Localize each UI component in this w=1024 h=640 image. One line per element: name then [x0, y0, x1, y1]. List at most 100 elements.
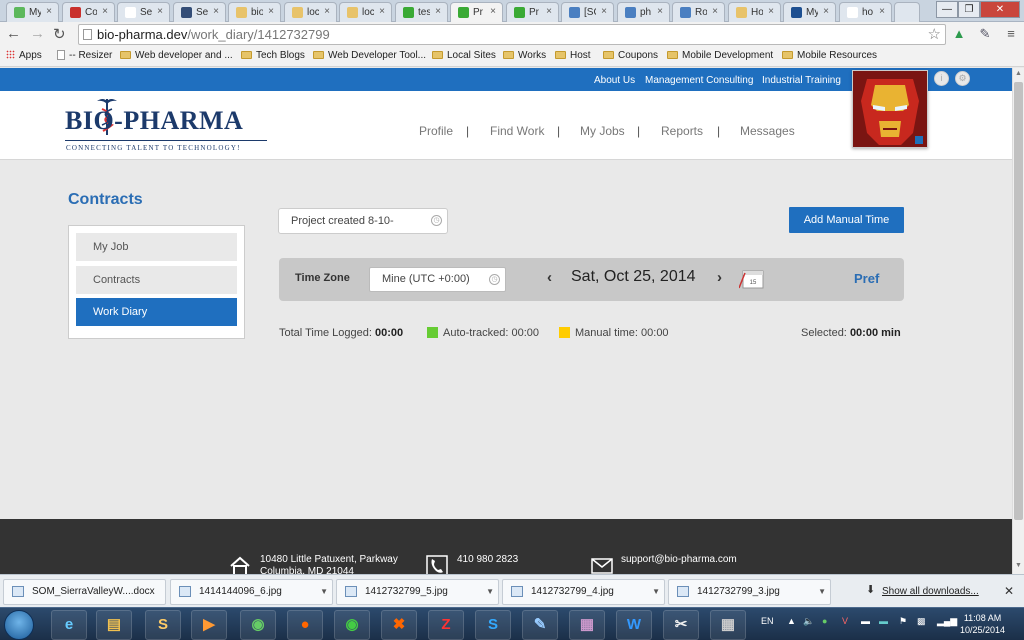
add-manual-time-button[interactable]: Add Manual Time [789, 207, 904, 233]
bookmark-apps[interactable]: Apps [6, 50, 42, 61]
bookmark-web-developer-tools[interactable]: Web Developer Tool... [313, 50, 426, 61]
time-zone-select[interactable]: Mine (UTC +0:00) ◷ [369, 267, 506, 292]
close-tab-icon[interactable]: × [546, 6, 552, 17]
nav-reports[interactable]: Reports [661, 124, 703, 138]
security-icon[interactable]: ● [822, 616, 827, 626]
management-consulting-link[interactable]: Management Consulting [645, 75, 753, 86]
browser-tab[interactable]: ho × [839, 2, 892, 22]
page-scrollbar[interactable]: ▲ ▼ [1012, 68, 1024, 574]
browser-tab[interactable]: ph × [617, 2, 670, 22]
footer-email[interactable]: support@bio-pharma.com [621, 554, 737, 566]
close-tab-icon[interactable]: × [268, 6, 274, 17]
preferences-link[interactable]: Pref [854, 271, 879, 286]
sidebar-item-contracts[interactable]: Contracts [76, 266, 237, 294]
close-tab-icon[interactable]: × [768, 6, 774, 17]
browser-tab[interactable]: Co × [62, 2, 115, 22]
close-tab-icon[interactable]: × [601, 6, 607, 17]
restore-button[interactable]: ❐ [958, 1, 980, 18]
chevron-down-icon[interactable]: ▼ [486, 580, 494, 604]
close-tab-icon[interactable]: × [879, 6, 885, 17]
media-player-icon[interactable]: ▶ [191, 610, 227, 640]
close-tab-icon[interactable]: × [490, 6, 496, 17]
bookmark-resizer[interactable]: -- Resizer [57, 50, 112, 61]
word-icon[interactable]: W [616, 610, 652, 640]
close-tab-icon[interactable]: × [102, 6, 108, 17]
firefox-icon[interactable]: ● [287, 610, 323, 640]
reload-icon[interactable]: ↻ [53, 25, 66, 43]
download-item[interactable]: 1414144096_6.jpg ▼ [170, 579, 333, 605]
browser-tab[interactable]: bio × [228, 2, 281, 22]
snipping-tool-icon[interactable]: ✂ [663, 610, 699, 640]
close-tab-icon[interactable]: × [435, 6, 441, 17]
bookmark-works[interactable]: Works [503, 50, 546, 61]
close-tab-icon[interactable]: × [213, 6, 219, 17]
bookmark-mobile-development[interactable]: Mobile Development [667, 50, 773, 61]
filezilla-icon[interactable]: Z [428, 610, 464, 640]
user-avatar[interactable] [852, 70, 928, 148]
bookmark-tech-blogs[interactable]: Tech Blogs [241, 50, 305, 61]
close-downloads-icon[interactable]: ✕ [1004, 584, 1014, 598]
notepad-icon[interactable]: ✎ [522, 610, 558, 640]
bookmark-host[interactable]: Host [555, 50, 591, 61]
site-logo[interactable]: BIO-PHARMA CONNECTING TALENT TO TECHNOLO… [65, 95, 275, 155]
project-select[interactable]: Project created 8-10- ◷ [278, 208, 448, 234]
signal-icon[interactable]: ▂▄▆ [937, 616, 957, 627]
flag-icon[interactable]: ⚑ [899, 616, 907, 627]
info-icon[interactable]: i [934, 71, 949, 86]
chevron-down-icon[interactable]: ▼ [320, 580, 328, 604]
download-item[interactable]: 1412732799_4.jpg ▼ [502, 579, 665, 605]
previous-day-arrow-icon[interactable]: ‹ [547, 269, 552, 286]
download-item[interactable]: SOM_SierraValleyW....docx [3, 579, 166, 605]
qq-icon[interactable]: ◉ [240, 610, 276, 640]
drive-extension-icon[interactable]: ▲ [951, 26, 967, 42]
browser-tab[interactable]: Se × [173, 2, 226, 22]
chrome-menu-icon[interactable]: ≡ [1003, 26, 1019, 42]
bookmark-coupons[interactable]: Coupons [603, 50, 658, 61]
close-tab-icon[interactable]: × [823, 6, 829, 17]
scrollbar-thumb[interactable] [1014, 82, 1023, 520]
show-all-downloads-link[interactable]: Show all downloads... [882, 586, 979, 597]
system-clock[interactable]: 11:08 AM 10/25/2014 [960, 612, 1005, 636]
next-day-arrow-icon[interactable]: › [717, 269, 722, 286]
nav-profile[interactable]: Profile [419, 124, 453, 138]
close-tab-icon[interactable]: × [712, 6, 718, 17]
skype-icon[interactable]: S [475, 610, 511, 640]
scroll-up-icon[interactable]: ▲ [1015, 70, 1022, 77]
bookmark-star-icon[interactable]: ☆ [928, 25, 941, 44]
browser-tab[interactable]: My × [783, 2, 836, 22]
browser-tab[interactable]: My × [6, 2, 59, 22]
close-tab-icon[interactable]: × [657, 6, 663, 17]
chrome-icon[interactable]: ◉ [334, 610, 370, 640]
sidebar-item-my-job[interactable]: My Job [76, 233, 237, 261]
scroll-down-icon[interactable]: ▼ [1015, 562, 1022, 569]
new-tab-button[interactable] [894, 2, 920, 22]
url-input[interactable]: bio-pharma.dev/work_diary/1412732799 ☆ [78, 24, 946, 45]
browser-tab[interactable]: Se × [117, 2, 170, 22]
sidebar-item-work-diary[interactable]: Work Diary [76, 298, 237, 326]
language-indicator[interactable]: EN [761, 616, 774, 626]
browser-tab[interactable]: Pr × [450, 2, 503, 23]
browser-tab[interactable]: Ro × [672, 2, 725, 22]
close-tab-icon[interactable]: × [46, 6, 52, 17]
start-button[interactable] [4, 610, 34, 640]
sublime-text-icon[interactable]: S [145, 610, 181, 640]
close-tab-icon[interactable]: × [157, 6, 163, 17]
xampp-icon[interactable]: ✖ [381, 610, 417, 640]
bookmark-mobile-resources[interactable]: Mobile Resources [782, 50, 877, 61]
display-icon[interactable]: ▬ [861, 616, 870, 626]
about-us-link[interactable]: About Us [594, 75, 635, 86]
browser-tab[interactable]: tes × [395, 2, 448, 22]
calendar-icon[interactable]: 15 [739, 269, 765, 289]
network-icon[interactable]: ▩ [917, 616, 926, 627]
download-item[interactable]: 1412732799_3.jpg ▼ [668, 579, 831, 605]
browser-tab[interactable]: loc × [339, 2, 392, 22]
download-item[interactable]: 1412732799_5.jpg ▼ [336, 579, 499, 605]
dropper-extension-icon[interactable]: ✎ [977, 26, 993, 42]
browser-tab[interactable]: [SC × [561, 2, 614, 22]
nav-find-work[interactable]: Find Work [490, 124, 544, 138]
nav-my-jobs[interactable]: My Jobs [580, 124, 625, 138]
close-tab-icon[interactable]: × [324, 6, 330, 17]
settings-icon[interactable]: ⚙ [955, 71, 970, 86]
bookmark-web-developer[interactable]: Web developer and ... [120, 50, 233, 61]
show-hidden-icons-icon[interactable]: ▲ [787, 616, 796, 626]
